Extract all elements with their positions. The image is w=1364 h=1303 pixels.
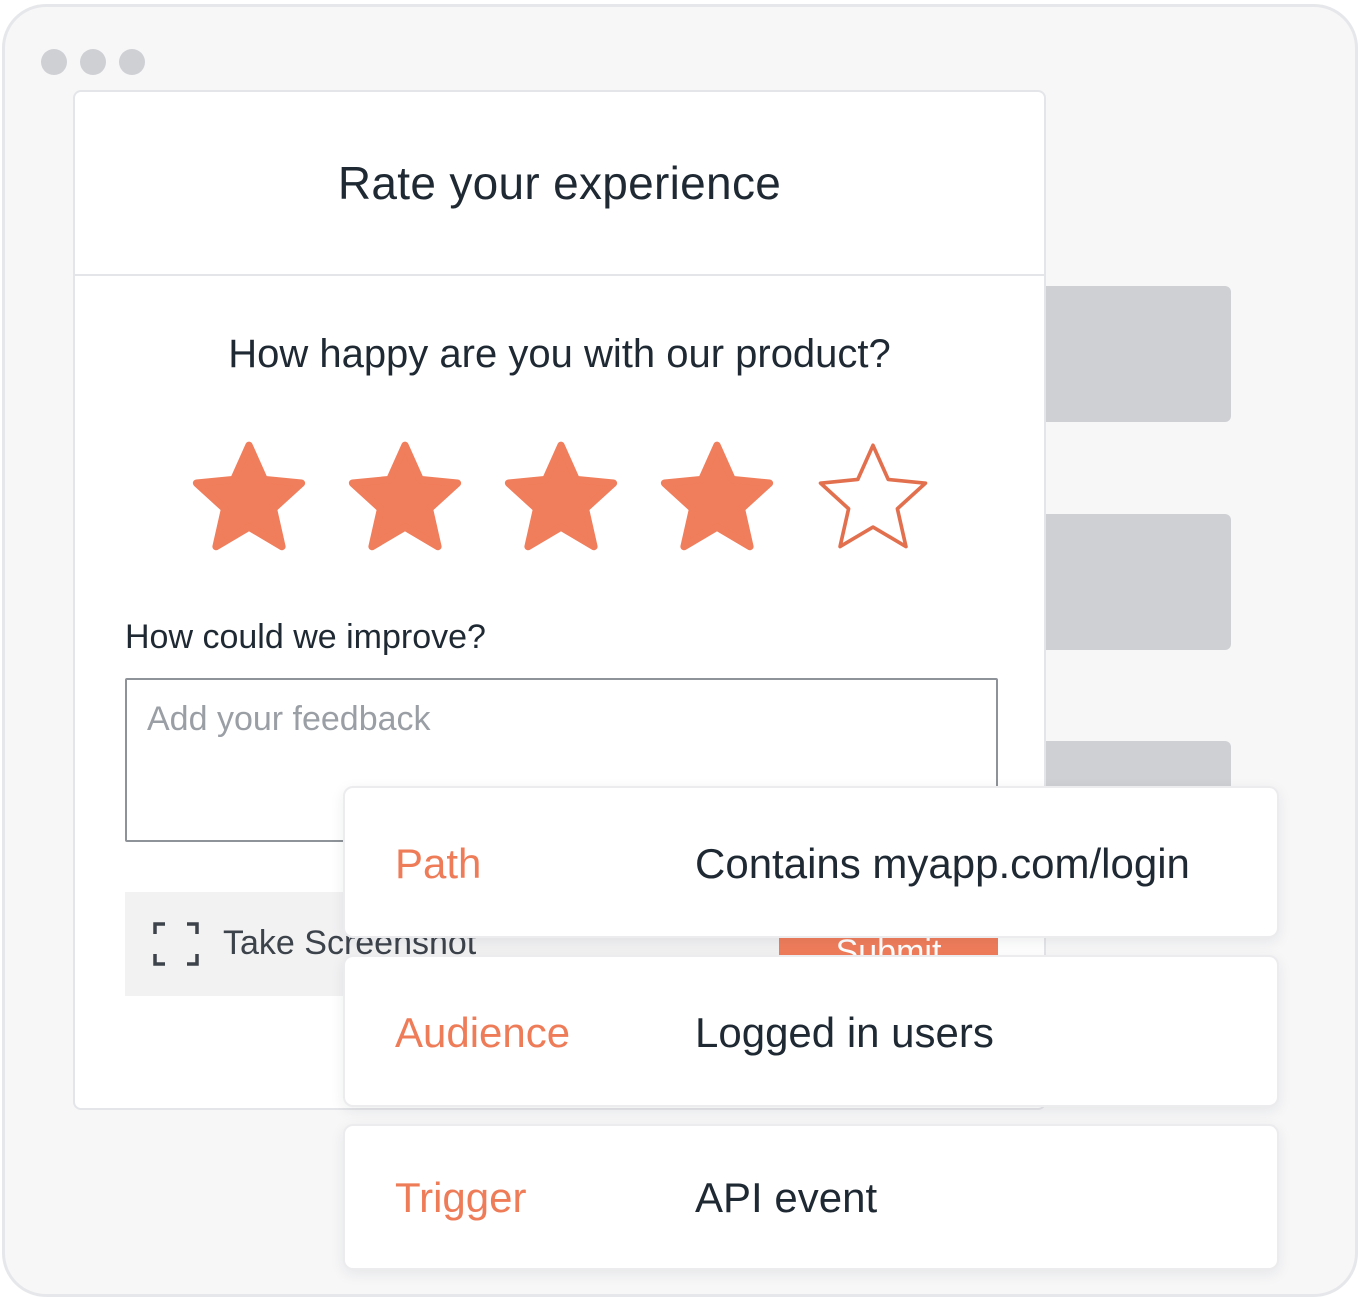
targeting-row-trigger[interactable]: Trigger API event: [343, 1124, 1279, 1270]
window-control-dot[interactable]: [119, 49, 145, 75]
window-control-dot[interactable]: [41, 49, 67, 75]
targeting-value: Logged in users: [695, 1009, 994, 1056]
window-control-dot[interactable]: [80, 49, 106, 75]
improve-label: How could we improve?: [125, 618, 486, 656]
placeholder-block: [1037, 286, 1231, 422]
survey-question: How happy are you with our product?: [228, 332, 891, 376]
targeting-value: API event: [695, 1174, 878, 1221]
targeting-key: Trigger: [395, 1174, 527, 1221]
targeting-key: Audience: [395, 1009, 571, 1056]
placeholder-block: [1037, 514, 1231, 650]
targeting-row-path[interactable]: Path Contains myapp.com/login: [343, 786, 1279, 938]
feedback-placeholder: Add your feedback: [147, 700, 431, 738]
survey-title: Rate your experience: [337, 157, 782, 209]
star-icon-filled[interactable]: [656, 438, 778, 560]
star-icon-filled[interactable]: [344, 438, 466, 560]
survey-header: Rate your experience: [75, 92, 1044, 276]
targeting-row-audience[interactable]: Audience Logged in users: [343, 955, 1279, 1107]
screenshot-icon[interactable]: [153, 922, 199, 966]
targeting-key: Path: [395, 840, 482, 887]
targeting-value: Contains myapp.com/login: [695, 840, 1190, 887]
star-icon-empty[interactable]: [812, 438, 934, 560]
star-rating[interactable]: [188, 438, 934, 560]
star-icon-filled[interactable]: [188, 438, 310, 560]
star-icon-filled[interactable]: [500, 438, 622, 560]
